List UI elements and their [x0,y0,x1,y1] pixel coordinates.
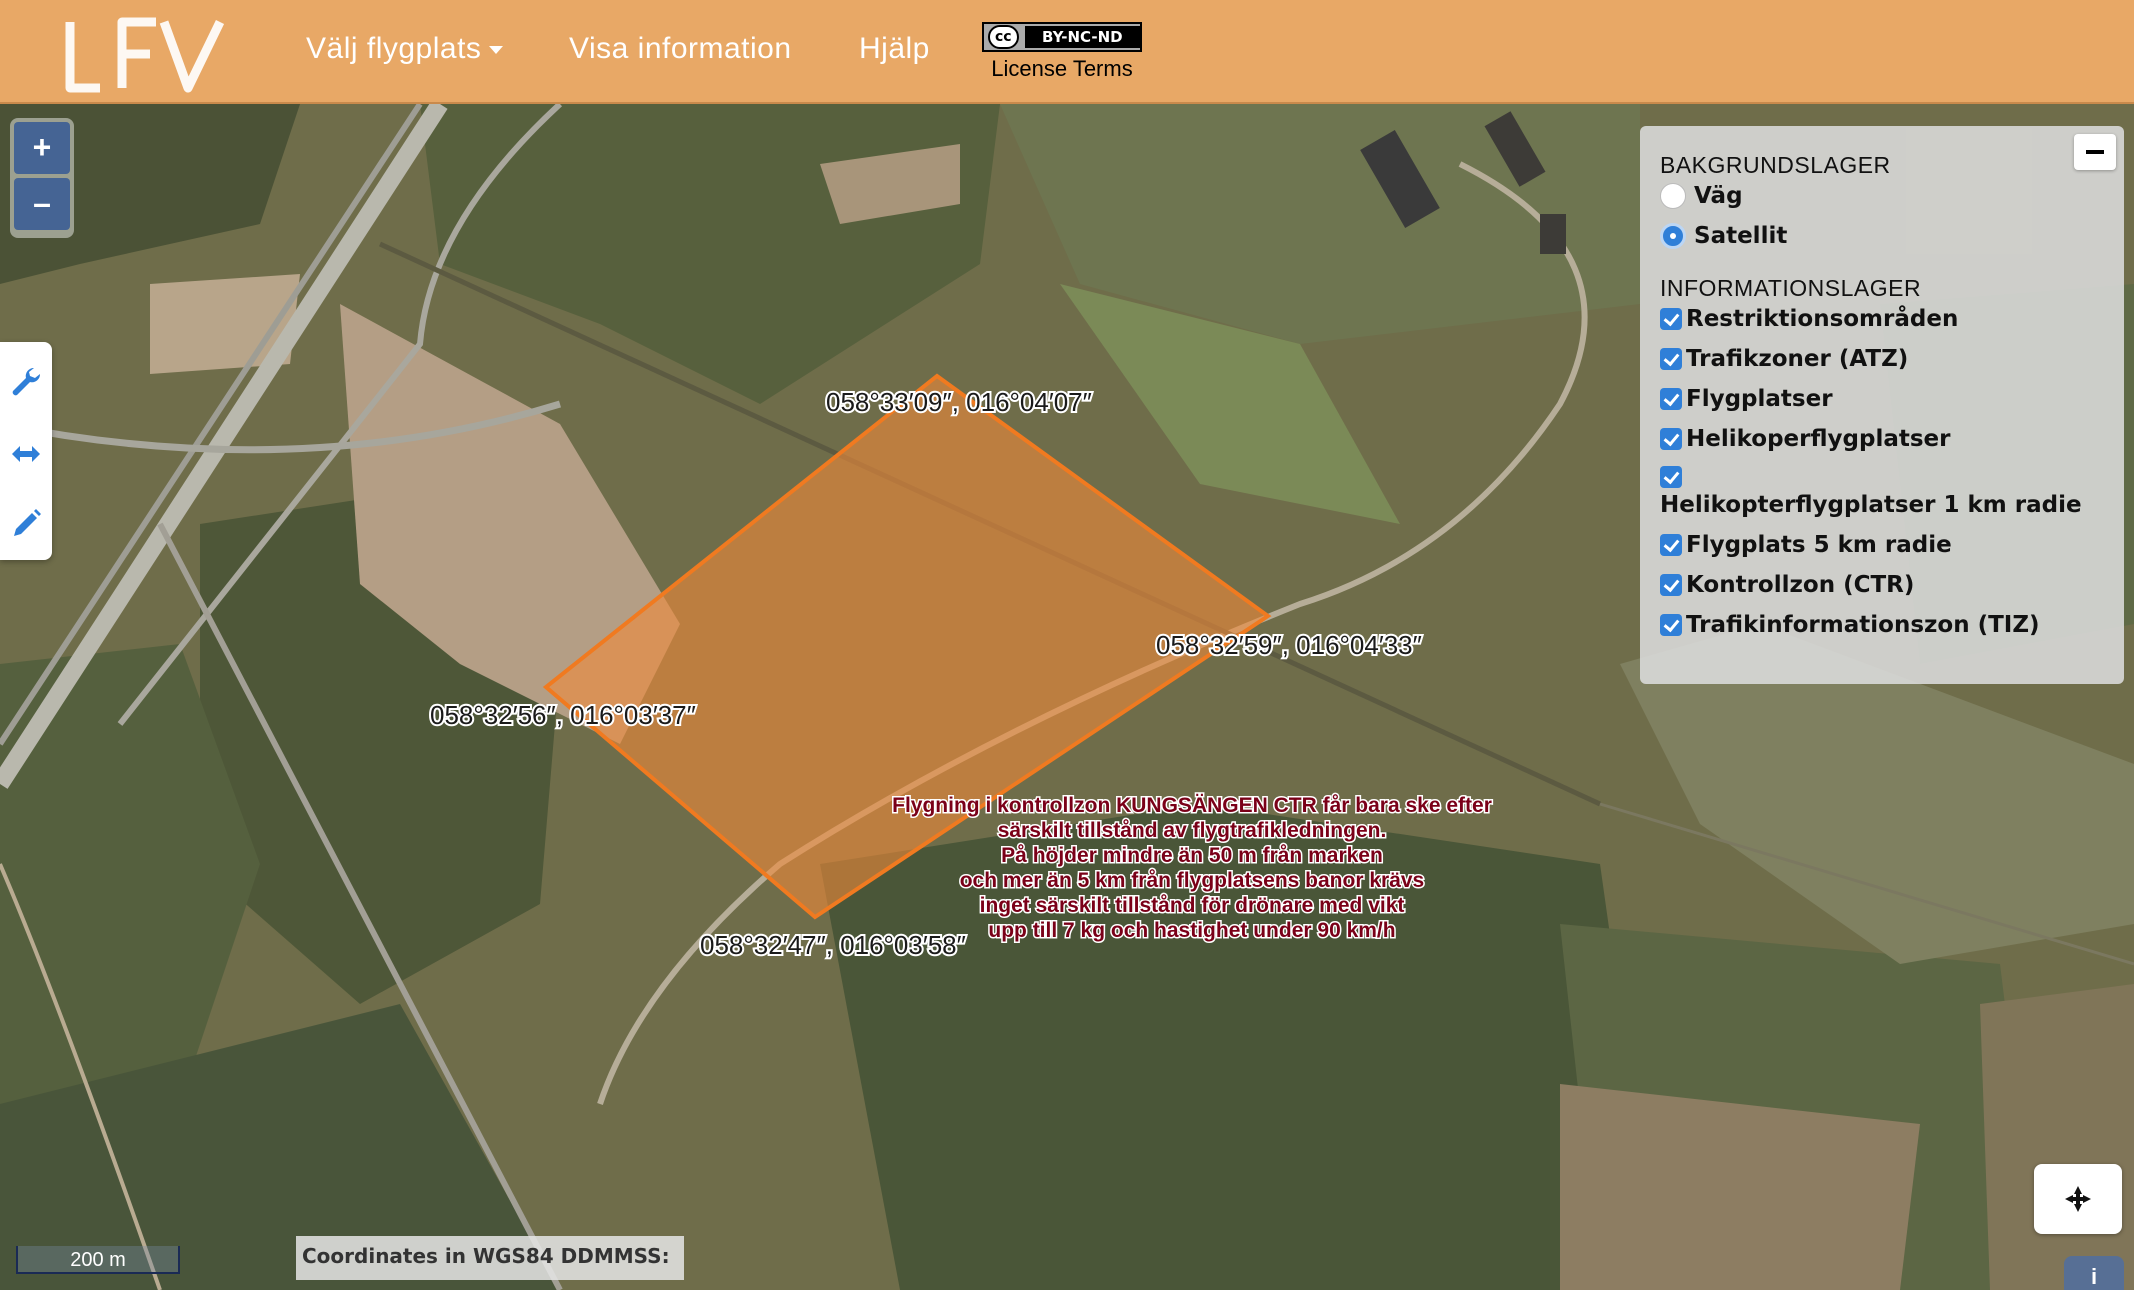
checkbox-checked[interactable] [1660,534,1682,556]
svg-text:inget särskilt tillstånd för d: inget särskilt tillstånd för drönare med… [980,894,1405,917]
vertex-label-east: 058°32′59″, 016°04′33″ [1156,630,1422,660]
collapse-panel-button[interactable] [2074,134,2116,170]
license-terms-label: License Terms [991,56,1133,81]
vertex-label-west: 058°32′56″, 016°03′37″ [430,700,696,730]
layer-label: Helikoperflygplatser [1686,426,1951,452]
checkbox-checked[interactable] [1660,348,1682,370]
svg-text:upp till 7 kg och hastighet un: upp till 7 kg och hastighet under 90 km/… [988,919,1395,942]
locate-icon [2065,1186,2091,1212]
tool-panel [0,342,52,560]
select-airport-menu[interactable]: Välj flygplats [306,32,504,66]
info-layers-title: INFORMATIONSLAGER [1660,275,1922,301]
checkbox-checked[interactable] [1660,574,1682,596]
locate-button[interactable] [2034,1164,2122,1234]
svg-text:och mer än 5 km från flygplats: och mer än 5 km från flygplatsens banor … [960,869,1425,892]
vertex-label-south: 058°32′47″, 016°03′58″ [700,930,966,960]
zoom-in-button[interactable]: + [14,122,70,174]
coordinates-readout: Coordinates in WGS84 DDMMSS: [296,1236,684,1280]
cc-icon: cc [988,25,1019,49]
layer-panel: BAKGRUNDSLAGER Väg Satellit INFORMATIONS… [1640,126,2124,684]
layer-label: Helikopterflygplatser 1 km radie [1660,492,2082,518]
checkbox-checked[interactable] [1660,388,1682,410]
caret-down-icon [489,46,504,55]
layer-label: Restriktionsområden [1686,306,1959,332]
help-link[interactable]: Hjälp [859,32,930,66]
radio-button-selected[interactable] [1660,223,1686,249]
ctr-notice: Flygning i kontrollzon KUNGSÄNGEN CTR få… [891,793,1494,944]
background-option-satellit[interactable]: Satellit [1660,223,2124,249]
pencil-icon[interactable] [8,506,44,542]
zoom-control: + – [10,118,74,238]
layer-label: Trafikinformationszon (TIZ) [1686,612,2040,638]
svg-text:På höjder mindre än 50 m från: På höjder mindre än 50 m från marken [1001,844,1383,867]
checkbox-checked[interactable] [1660,466,1682,488]
top-navigation-bar: Välj flygplats Visa information Hjälp cc… [0,0,2134,104]
lfv-logo[interactable] [60,14,230,96]
svg-text:särskilt tillstånd av flygtraf: särskilt tillstånd av flygtrafikledninge… [998,819,1387,842]
background-option-label: Väg [1694,183,1743,209]
layer-label: Trafikzoner (ATZ) [1686,346,1909,372]
layer-helikoperflygplatser[interactable]: Helikoperflygplatser [1660,426,2124,452]
info-button[interactable]: i [2064,1256,2124,1290]
layer-label: Flygplatser [1686,386,1833,412]
checkbox-checked[interactable] [1660,428,1682,450]
zoom-out-button[interactable]: – [14,178,70,230]
cc-badge-text: BY-NC-ND [1024,26,1140,48]
measure-icon[interactable] [8,436,44,472]
wrench-icon[interactable] [8,364,44,400]
scale-bar: 200 m [16,1246,180,1274]
layer-restriktionsomraden[interactable]: Restriktionsområden [1660,306,2124,332]
background-layers-title: BAKGRUNDSLAGER [1660,152,1891,178]
layer-label: Kontrollzon (CTR) [1686,572,1915,598]
license-terms-link[interactable]: cc BY-NC-ND License Terms [982,22,1142,82]
svg-text:Flygning i kontrollzon KUNGSÄN: Flygning i kontrollzon KUNGSÄNGEN CTR få… [892,794,1492,817]
background-option-label: Satellit [1694,223,1788,249]
cc-license-badge: cc BY-NC-ND [982,22,1142,52]
radio-button[interactable] [1660,183,1686,209]
layer-trafikzoner-atz[interactable]: Trafikzoner (ATZ) [1660,346,2124,372]
select-airport-label: Välj flygplats [306,32,482,65]
background-option-vag[interactable]: Väg [1660,183,2124,209]
checkbox-checked[interactable] [1660,308,1682,330]
layer-label: Flygplats 5 km radie [1686,532,1952,558]
show-info-link[interactable]: Visa information [569,32,792,66]
layer-trafikinformationszon-tiz[interactable]: Trafikinformationszon (TIZ) [1660,612,2124,638]
layer-kontrollzon-ctr[interactable]: Kontrollzon (CTR) [1660,572,2124,598]
layer-flygplatser[interactable]: Flygplatser [1660,386,2124,412]
vertex-label-north: 058°33′09″, 016°04′07″ [826,387,1092,417]
layer-helikopterflygplatser-1km[interactable]: Helikopterflygplatser 1 km radie [1660,466,2124,518]
layer-flygplats-5km[interactable]: Flygplats 5 km radie [1660,532,2124,558]
checkbox-checked[interactable] [1660,614,1682,636]
